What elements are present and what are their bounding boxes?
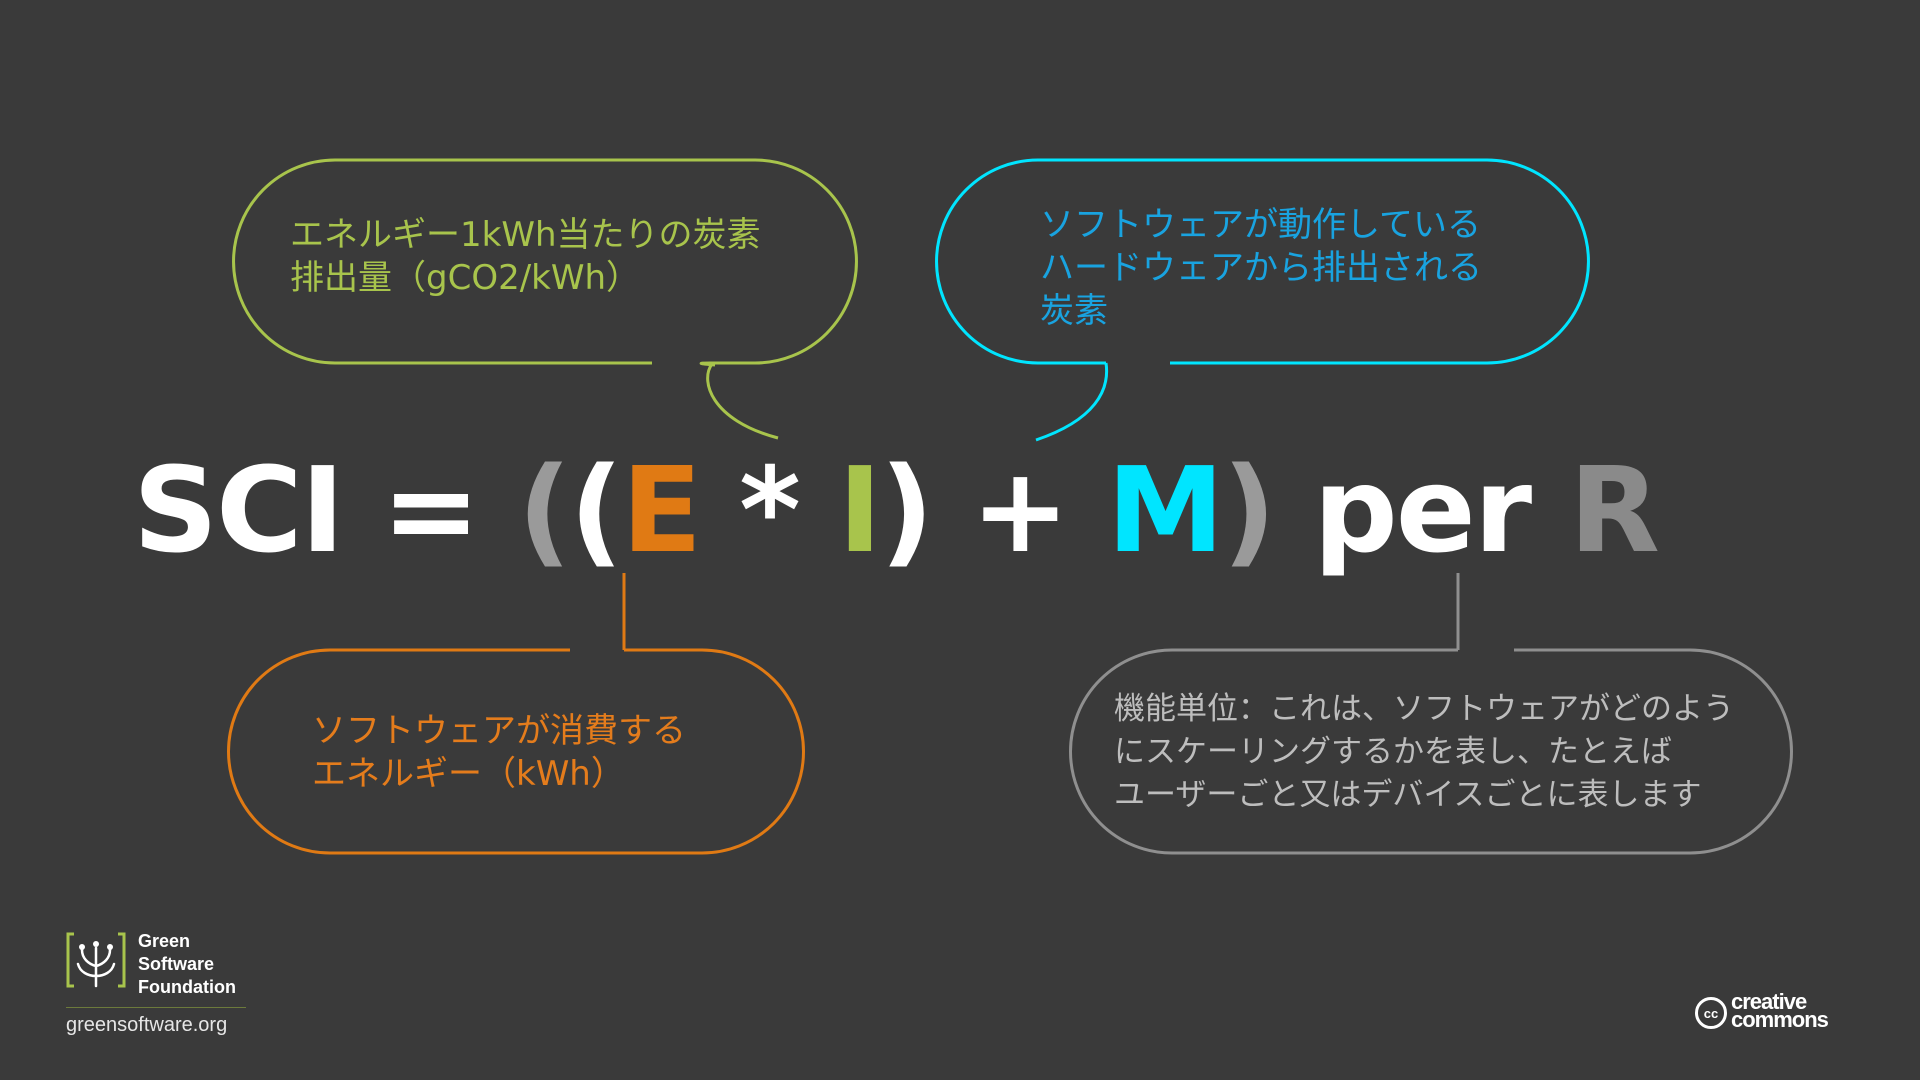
formula-close-outer: ) bbox=[1222, 441, 1276, 579]
svg-text:cc: cc bbox=[1704, 1006, 1718, 1021]
footer-divider bbox=[66, 1007, 246, 1008]
formula-e: E bbox=[621, 441, 702, 579]
formula-times: * bbox=[739, 441, 801, 579]
formula-open-inner: ( bbox=[569, 441, 624, 579]
org-name: Green Software Foundation bbox=[138, 931, 236, 997]
formula-m: M bbox=[1106, 441, 1224, 579]
callout-e-line: エネルギー（kWh） bbox=[312, 754, 625, 794]
callout-e-text: ソフトウェアが消費する エネルギー（kWh） bbox=[312, 710, 686, 796]
callout-i-text: エネルギー1kWh当たりの炭素 排出量（gCO2/kWh） bbox=[290, 214, 761, 300]
callout-i-line: 排出量（gCO2/kWh） bbox=[290, 258, 641, 298]
callout-i-line: エネルギー1kWh当たりの炭素 bbox=[290, 215, 761, 255]
formula-r: R bbox=[1569, 441, 1660, 579]
creative-commons-label: creative commons bbox=[1731, 991, 1829, 1032]
callout-r-text: 機能単位：これは、ソフトウェアがどのよう にスケーリングするかを表し、たとえば … bbox=[1114, 688, 1734, 817]
callout-m-tail bbox=[1035, 362, 1109, 442]
formula-i: I bbox=[837, 441, 882, 579]
callout-r-line: ユーザーごと又はデバイスごとに表します bbox=[1114, 777, 1702, 813]
formula-plus: + bbox=[970, 441, 1070, 579]
tree-logo-icon bbox=[66, 932, 126, 988]
callout-m-line: 炭素 bbox=[1040, 291, 1108, 331]
callout-r-line: にスケーリングするかを表し、たとえば bbox=[1114, 734, 1672, 770]
callout-m-line: ハードウェアから排出される bbox=[1040, 248, 1482, 288]
formula-sci: SCI bbox=[133, 441, 344, 579]
formula-open-outer: ( bbox=[517, 441, 572, 579]
callout-r-line: 機能単位：これは、ソフトウェアがどのよう bbox=[1114, 691, 1734, 727]
creative-commons-icon: cc bbox=[1695, 997, 1727, 1029]
website-link[interactable]: greensoftware.org bbox=[66, 1014, 227, 1037]
formula-close-inner: ) bbox=[879, 441, 934, 579]
callout-m-text: ソフトウェアが動作している ハードウェアから排出される 炭素 bbox=[1040, 204, 1482, 333]
callout-e-line: ソフトウェアが消費する bbox=[312, 711, 686, 751]
formula-equals: = bbox=[381, 441, 481, 579]
sci-formula: SCI = ((E * I) + M) per R bbox=[133, 440, 1660, 580]
callout-m-line: ソフトウェアが動作している bbox=[1040, 205, 1481, 245]
formula-per: per bbox=[1313, 441, 1532, 579]
cc-line-2: commons bbox=[1731, 1007, 1829, 1032]
callout-i-tail bbox=[706, 363, 779, 440]
